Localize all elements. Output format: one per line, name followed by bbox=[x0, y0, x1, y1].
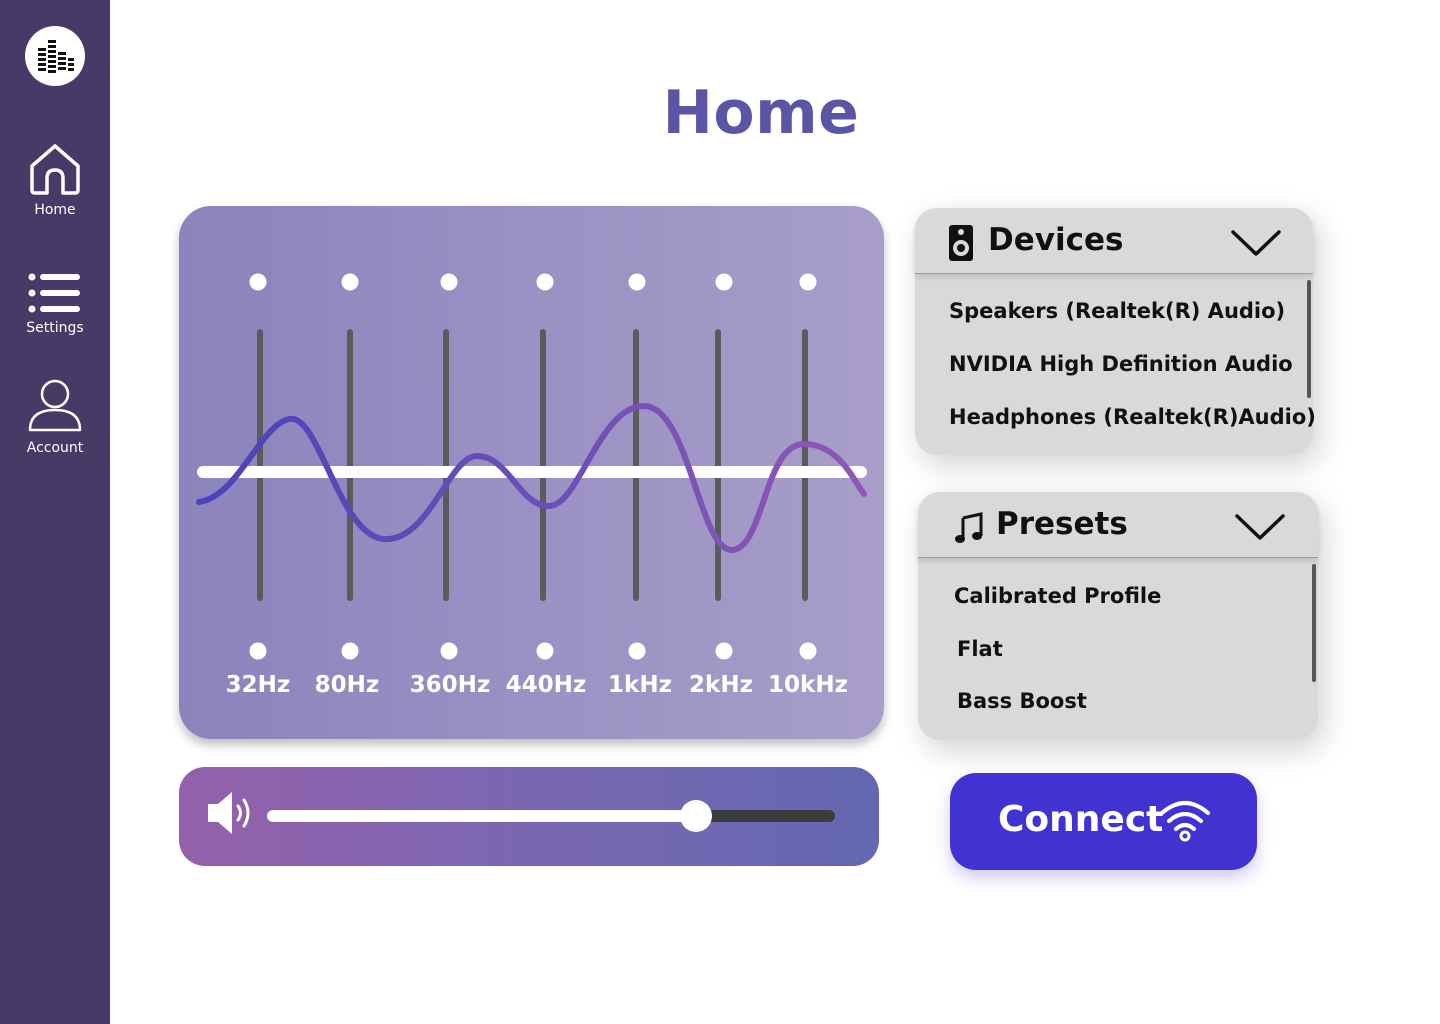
device-option[interactable]: Headphones (Realtek(R)Audio) bbox=[949, 405, 1316, 429]
equalizer-bars-icon bbox=[38, 40, 74, 73]
eq-slider-top-dot bbox=[536, 273, 554, 291]
equalizer-graphic bbox=[196, 273, 867, 660]
home-icon bbox=[30, 144, 80, 195]
band-label-10khz: 10kHz bbox=[768, 672, 848, 698]
eq-slider-bottom-dot bbox=[799, 642, 817, 660]
sidebar-item-account[interactable]: Account bbox=[0, 378, 110, 456]
eq-slider-bottom-dot bbox=[536, 642, 554, 660]
preset-option[interactable]: Calibrated Profile bbox=[954, 584, 1161, 608]
band-label-360hz: 360Hz bbox=[409, 672, 491, 698]
equalizer-panel: 32Hz 80Hz 360Hz 440Hz 1kHz 2kHz 10kHz bbox=[179, 206, 884, 739]
wifi-icon bbox=[1160, 801, 1210, 842]
devices-dropdown: Devices Speakers (Realtek(R) Audio) NVID… bbox=[915, 208, 1316, 455]
band-label-2khz: 2kHz bbox=[689, 672, 753, 698]
app-logo[interactable] bbox=[25, 26, 85, 86]
devices-title: Devices bbox=[988, 222, 1124, 258]
eq-slider-top-dot bbox=[799, 273, 817, 291]
speaker-device-icon bbox=[949, 225, 973, 261]
eq-slider-bottom-dot bbox=[715, 642, 733, 660]
eq-slider-top-dot bbox=[440, 273, 458, 291]
eq-curve bbox=[196, 402, 867, 554]
eq-slider-track[interactable] bbox=[802, 329, 808, 601]
band-label-32hz: 32Hz bbox=[225, 672, 291, 698]
chevron-down-icon[interactable] bbox=[1234, 512, 1286, 542]
eq-slider-bottom-dot bbox=[628, 642, 646, 660]
user-icon bbox=[28, 379, 82, 432]
band-label-80hz: 80Hz bbox=[314, 672, 380, 698]
volume-thumb[interactable] bbox=[679, 800, 712, 832]
sidebar-item-label: Account bbox=[26, 440, 84, 456]
sidebar: Home Settings Account bbox=[0, 0, 110, 1024]
eq-slider-bottom-dot bbox=[341, 642, 359, 660]
connect-button[interactable]: Connect bbox=[950, 773, 1257, 870]
chevron-down-icon[interactable] bbox=[1230, 228, 1282, 258]
list-icon bbox=[28, 273, 80, 313]
eq-slider-top-dot bbox=[341, 273, 359, 291]
sidebar-item-home[interactable]: Home bbox=[0, 142, 110, 218]
eq-slider-track[interactable] bbox=[633, 329, 639, 601]
volume-slider[interactable] bbox=[267, 800, 835, 832]
eq-slider-bottom-dot bbox=[249, 642, 267, 660]
eq-slider-bottom-dot bbox=[440, 642, 458, 660]
devices-scrollbar[interactable] bbox=[1307, 280, 1311, 398]
eq-slider-top-dot bbox=[249, 273, 267, 291]
devices-dropdown-header[interactable]: Devices bbox=[915, 208, 1313, 274]
eq-slider-top-dot bbox=[628, 273, 646, 291]
eq-slider-track[interactable] bbox=[257, 329, 263, 601]
eq-slider-track[interactable] bbox=[347, 329, 353, 601]
volume-panel bbox=[179, 767, 879, 866]
preset-option[interactable]: Bass Boost bbox=[957, 689, 1087, 713]
presets-dropdown: Presets Calibrated Profile Flat Bass Boo… bbox=[918, 492, 1318, 740]
connect-label: Connect bbox=[998, 799, 1164, 840]
presets-dropdown-header[interactable]: Presets bbox=[918, 492, 1318, 558]
device-option[interactable]: Speakers (Realtek(R) Audio) bbox=[949, 299, 1285, 323]
sidebar-item-label: Home bbox=[34, 202, 76, 218]
sidebar-item-settings[interactable]: Settings bbox=[0, 272, 110, 336]
presets-scrollbar[interactable] bbox=[1312, 564, 1316, 682]
preset-option[interactable]: Flat bbox=[957, 637, 1003, 661]
eq-slider-track[interactable] bbox=[443, 329, 449, 601]
eq-slider-track[interactable] bbox=[540, 329, 546, 601]
music-note-icon bbox=[955, 512, 983, 543]
speaker-icon[interactable] bbox=[206, 788, 258, 838]
eq-slider-top-dot bbox=[715, 273, 733, 291]
eq-slider-track[interactable] bbox=[715, 329, 721, 601]
band-label-440hz: 440Hz bbox=[505, 672, 587, 698]
device-option[interactable]: NVIDIA High Definition Audio bbox=[949, 352, 1293, 376]
volume-fill bbox=[267, 810, 696, 822]
presets-title: Presets bbox=[996, 506, 1128, 542]
page-title: Home bbox=[662, 78, 860, 148]
baseline bbox=[197, 466, 867, 478]
sidebar-item-label: Settings bbox=[26, 320, 84, 336]
